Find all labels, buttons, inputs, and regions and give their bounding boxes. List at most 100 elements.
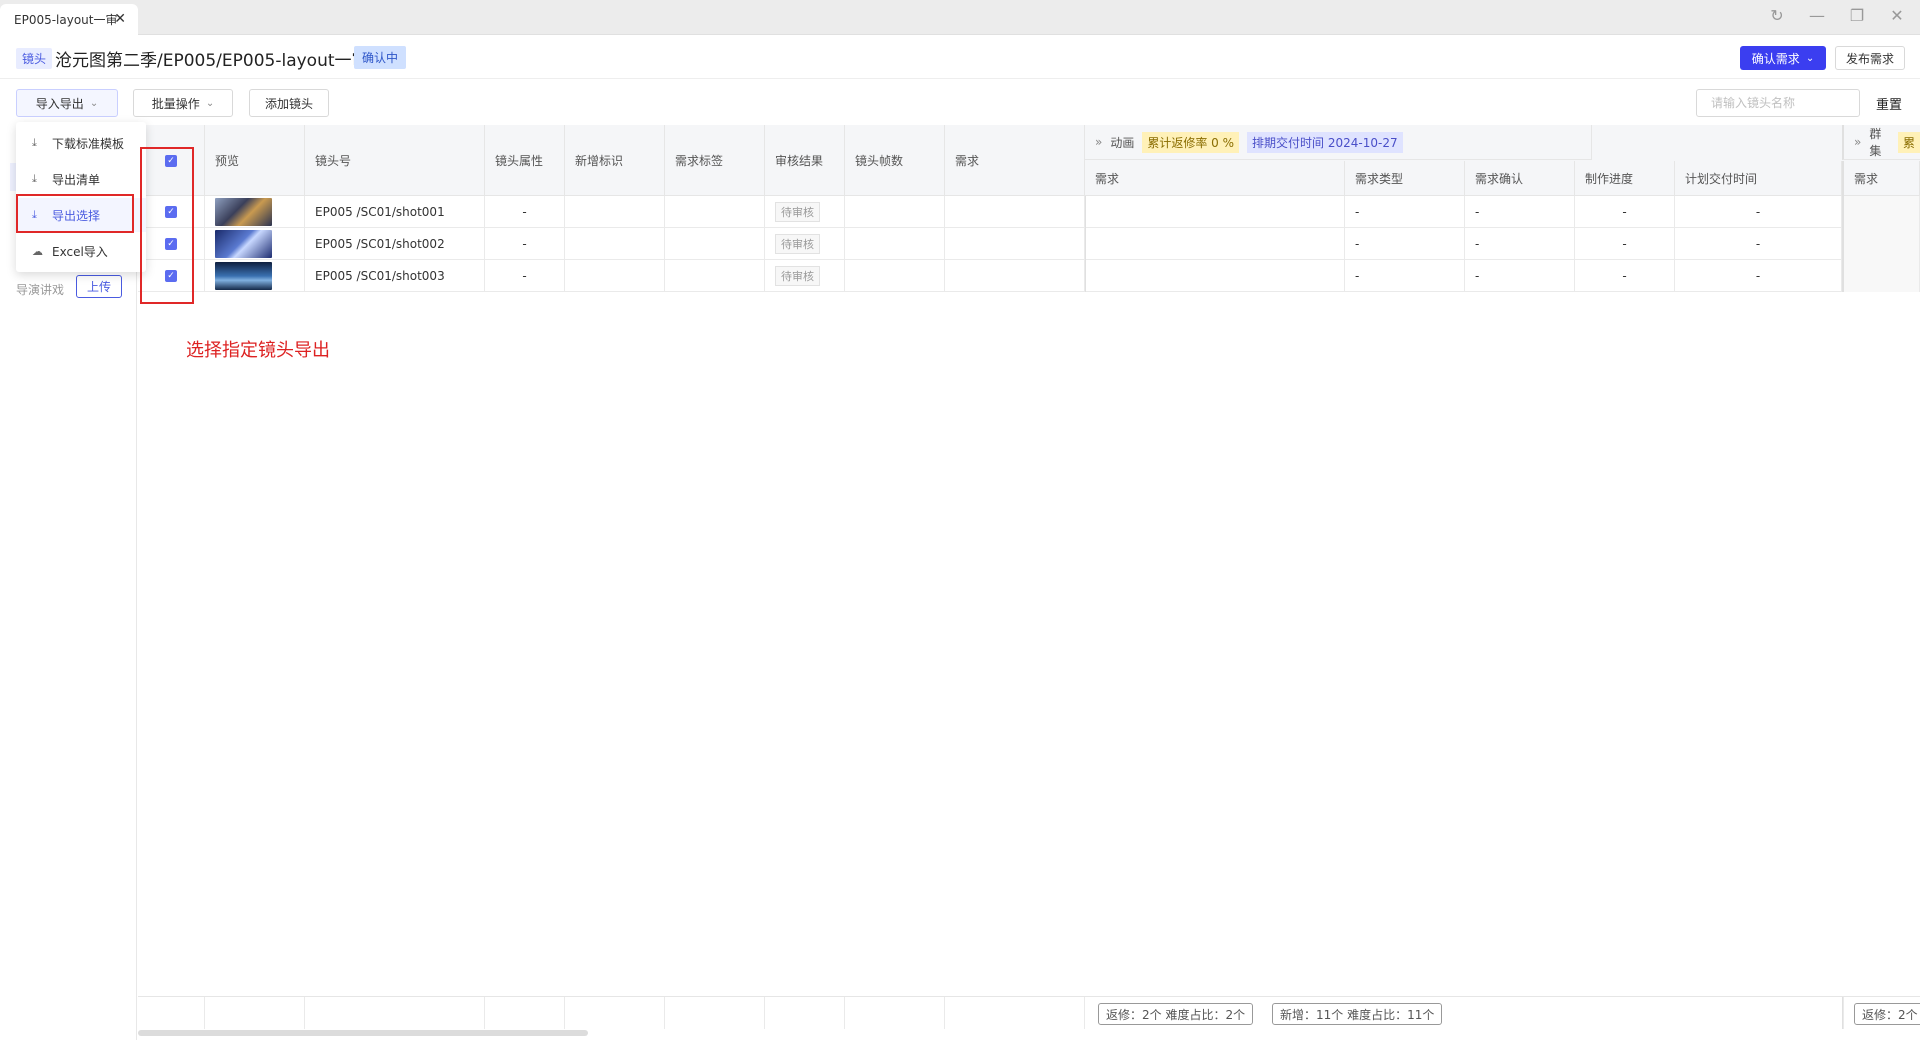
header-req-tag: 需求标签 xyxy=(665,125,765,196)
anim-subheader-progress: 制作进度 xyxy=(1575,161,1675,196)
header-preview: 预览 xyxy=(205,125,305,196)
anim-progress-cell: - xyxy=(1575,260,1675,292)
anim-progress-cell: - xyxy=(1575,228,1675,260)
shot-number-cell[interactable]: EP005 /SC01/shot002 xyxy=(305,228,485,260)
shot-search-input[interactable] xyxy=(1696,89,1860,117)
footer-cell xyxy=(138,997,205,1029)
header-shot-attr: 镜头属性 xyxy=(485,125,565,196)
upload-button[interactable]: 上传 xyxy=(76,275,122,298)
anim-type-cell: - xyxy=(1345,228,1465,260)
req-tag-cell xyxy=(665,196,765,228)
table-row[interactable]: ✓ EP005 /SC01/shot002 - 待审核 - - - - xyxy=(138,228,1920,260)
header-shot-number: 镜头号 xyxy=(305,125,485,196)
footer-cell xyxy=(765,997,845,1029)
table-row[interactable]: ✓ EP005 /SC01/shot001 - 待审核 - - - - xyxy=(138,196,1920,228)
refresh-icon[interactable]: ↻ xyxy=(1762,6,1792,25)
close-window-icon[interactable]: ✕ xyxy=(1882,6,1912,25)
export-list-item[interactable]: ⤓ 导出清单 xyxy=(16,162,146,196)
crowd-requirement-cell xyxy=(1842,260,1920,292)
anim-plan-date-cell: - xyxy=(1675,196,1842,228)
crowd-requirement-cell xyxy=(1842,228,1920,260)
restore-icon[interactable]: ❐ xyxy=(1842,6,1872,25)
anim-requirement-cell xyxy=(1085,196,1345,228)
excel-import-label: Excel导入 xyxy=(52,244,108,259)
batch-operation-label: 批量操作 xyxy=(151,96,200,111)
reset-button[interactable]: 重置 xyxy=(1876,94,1902,113)
tab-title: EP005-layout一审 xyxy=(14,13,118,27)
anim-subheader-type: 需求类型 xyxy=(1345,161,1465,196)
download-icon: ⤓ xyxy=(32,136,37,149)
footer-cell xyxy=(845,997,945,1029)
window-titlebar: EP005-layout一审 ✕ ↻ — ❐ ✕ xyxy=(0,0,1920,35)
requirement-cell xyxy=(945,260,1085,292)
download-template-item[interactable]: ⤓ 下载标准模板 xyxy=(16,126,146,160)
shot-number-cell[interactable]: EP005 /SC01/shot003 xyxy=(305,260,485,292)
horizontal-scrollbar[interactable] xyxy=(138,1030,588,1036)
collapse-icon[interactable]: » xyxy=(1854,135,1861,149)
type-tag: 镜头 xyxy=(16,48,53,69)
shot-thumbnail[interactable] xyxy=(215,262,272,290)
preview-cell xyxy=(205,260,305,292)
excel-import-item[interactable]: ☁ Excel导入 xyxy=(16,234,146,268)
req-tag-cell xyxy=(665,228,765,260)
footer-divider xyxy=(1842,997,1844,1029)
frame-count-cell xyxy=(845,196,945,228)
fix-rate-badge: 累计返修率 0 % xyxy=(1142,131,1240,153)
table-row[interactable]: ✓ EP005 /SC01/shot003 - 待审核 - - - - xyxy=(138,260,1920,292)
header-requirement: 需求 xyxy=(945,125,1085,196)
review-status-badge: 待审核 xyxy=(775,266,820,286)
preview-cell xyxy=(205,196,305,228)
batch-operation-button[interactable]: 批量操作 ⌄ xyxy=(133,89,233,117)
table-header: ✓ 预览 镜头号 镜头属性 新增标识 需求标签 审核结果 镜头帧数 需求 » 动… xyxy=(138,125,1920,196)
browser-tab[interactable]: EP005-layout一审 ✕ xyxy=(0,4,138,35)
review-status-badge: 待审核 xyxy=(775,202,820,222)
shot-number-cell[interactable]: EP005 /SC01/shot001 xyxy=(305,196,485,228)
crowd-subheader-requirement: 需求 xyxy=(1842,161,1920,196)
new-flag-cell xyxy=(565,260,665,292)
shot-thumbnail[interactable] xyxy=(215,198,272,226)
anim-confirm-cell: - xyxy=(1465,260,1575,292)
header-new-flag: 新增标识 xyxy=(565,125,665,196)
annotation-text: 选择指定镜头导出 xyxy=(186,340,330,361)
anim-requirement-cell xyxy=(1085,228,1345,260)
confirm-requirement-button[interactable]: 确认需求 ⌄ xyxy=(1740,46,1826,70)
download-icon: ⤓ xyxy=(32,172,37,185)
chevron-down-icon: ⌄ xyxy=(89,97,99,109)
footer-cell xyxy=(205,997,305,1029)
footer-cell xyxy=(565,997,665,1029)
review-status-badge: 待审核 xyxy=(775,234,820,254)
table-footer: 返修：2个 难度占比：2个 新增：11个 难度占比：11个 返修：2个 xyxy=(138,996,1920,1029)
download-template-label: 下载标准模板 xyxy=(52,136,125,151)
publish-requirement-button[interactable]: 发布需求 xyxy=(1835,46,1905,70)
animation-group-header: » 动画 累计返修率 0 % 排期交付时间 2024-10-27 xyxy=(1085,125,1592,160)
crowd-requirement-cell xyxy=(1842,196,1920,228)
collapse-icon[interactable]: » xyxy=(1095,135,1102,149)
shot-attr-cell: - xyxy=(485,260,565,292)
footer-cell xyxy=(485,997,565,1029)
chevron-down-icon: ⌄ xyxy=(205,97,215,109)
import-export-label: 导入导出 xyxy=(35,96,84,111)
review-cell: 待审核 xyxy=(765,260,845,292)
chevron-down-icon: ⌄ xyxy=(1805,52,1815,64)
add-shot-button[interactable]: 添加镜头 xyxy=(249,89,329,117)
status-badge: 确认中 xyxy=(354,46,407,69)
footer-cell xyxy=(945,997,1085,1029)
shot-thumbnail[interactable] xyxy=(215,230,272,258)
header-frame-count: 镜头帧数 xyxy=(845,125,945,196)
preview-cell xyxy=(205,228,305,260)
anim-plan-date-cell: - xyxy=(1675,228,1842,260)
frame-count-cell xyxy=(845,260,945,292)
tab-close-icon[interactable]: ✕ xyxy=(114,11,126,27)
minimize-icon[interactable]: — xyxy=(1802,6,1832,25)
cloud-upload-icon: ☁ xyxy=(32,244,43,258)
anim-subheader-requirement: 需求 xyxy=(1085,161,1345,196)
page-header: 镜头 沧元图第二季/EP005/EP005-layout一审 确认中 确认需求 … xyxy=(0,35,1920,79)
review-cell: 待审核 xyxy=(765,228,845,260)
footer-cell xyxy=(305,997,485,1029)
anim-requirement-cell xyxy=(1085,260,1345,292)
frame-count-cell xyxy=(845,228,945,260)
export-list-label: 导出清单 xyxy=(52,172,101,187)
crowd-group-name: 群集 xyxy=(1869,127,1882,158)
anim-subheader-confirm: 需求确认 xyxy=(1465,161,1575,196)
import-export-button[interactable]: 导入导出 ⌄ xyxy=(16,89,118,117)
